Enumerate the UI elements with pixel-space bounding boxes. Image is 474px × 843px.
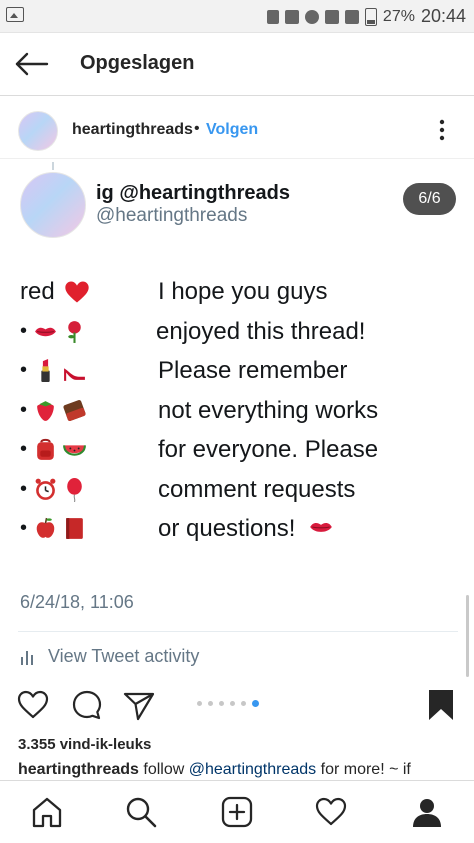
carousel-dot — [241, 701, 246, 706]
post-actions — [0, 684, 474, 728]
red-book-icon — [66, 518, 83, 540]
emoji-list: red • • • • • • — [20, 272, 91, 549]
tweet-image[interactable]: ig @heartingthreads @heartingthreads 6/6… — [0, 162, 474, 682]
tweet-avatar — [20, 172, 86, 238]
profile-icon[interactable] — [410, 795, 444, 829]
status-time: 20:44 — [420, 6, 466, 26]
likes-count[interactable]: 3.355 vind-ik-leuks — [18, 736, 151, 753]
status-bar: 27% 20:44 — [0, 0, 474, 33]
caption-mention[interactable]: @heartingthreads — [189, 761, 316, 778]
list-item: • — [20, 470, 91, 510]
caption-username[interactable]: heartingthreads — [18, 761, 139, 778]
list-item: • — [20, 509, 91, 549]
tweet-text-line: for everyone. Please — [158, 436, 379, 463]
tweet-text-line: Please remember — [158, 357, 348, 384]
tweet-text-line: or questions! — [158, 509, 458, 549]
list-item: • — [20, 312, 91, 352]
carousel-indicator — [197, 700, 259, 707]
more-options-icon[interactable] — [432, 118, 452, 142]
battery-percent: 27% — [382, 7, 415, 25]
chocolate-bar-icon — [63, 399, 86, 421]
mute-icon — [284, 9, 299, 24]
list-item: • — [20, 391, 91, 431]
carousel-dot — [230, 701, 235, 706]
bullet: • — [20, 319, 28, 342]
list-item: red — [20, 272, 91, 312]
tweet-text-line: enjoyed this thread! — [156, 317, 366, 345]
tweet-text-line: comment requests — [158, 475, 356, 503]
tweet-text-line: not everything works — [158, 396, 379, 424]
tweet-handle: @heartingthreads — [96, 205, 248, 226]
gallery-notification-icon — [6, 7, 24, 22]
apple-icon — [36, 518, 55, 539]
bullet: • — [20, 517, 28, 539]
bullet: • — [20, 359, 28, 381]
new-post-icon[interactable] — [220, 795, 254, 829]
tweet-activity-link[interactable]: View Tweet activity — [20, 646, 199, 667]
post-header: heartingthreads • Volgen — [0, 102, 474, 159]
color-label: red — [20, 278, 55, 305]
back-arrow-icon[interactable] — [14, 51, 50, 77]
tweet-display-name: ig @heartingthreads — [96, 182, 290, 204]
scrollbar[interactable] — [466, 595, 469, 677]
lipstick-icon — [41, 359, 50, 383]
strawberry-icon — [37, 400, 54, 421]
rose-icon — [68, 320, 81, 343]
carousel-dot — [208, 701, 213, 706]
bullet: • — [20, 398, 28, 421]
post-username[interactable]: heartingthreads — [72, 121, 193, 139]
tweet-text: I hope you guys enjoyed this thread! Ple… — [156, 272, 458, 549]
wifi-icon — [304, 9, 319, 24]
bullet: • — [20, 438, 28, 460]
list-item: • — [20, 430, 91, 470]
lips-icon — [310, 523, 332, 532]
bottom-navigation — [0, 780, 474, 843]
heart-icon[interactable] — [16, 688, 50, 722]
tweet-timestamp: 6/24/18, 11:06 — [20, 592, 134, 612]
red-heart-icon — [65, 281, 89, 303]
separator-dot: • — [194, 120, 200, 137]
signal-icon — [344, 9, 359, 24]
carousel-counter-badge: 6/6 — [403, 183, 456, 215]
balloon-icon — [67, 477, 82, 502]
tweet-text-line: I hope you guys — [158, 278, 328, 305]
app-bar: Opgeslagen — [0, 33, 474, 96]
post-caption: heartingthreads follow @heartingthreads … — [18, 761, 458, 779]
alarm-status-icon — [266, 9, 279, 24]
bullet: • — [20, 477, 28, 500]
comment-icon[interactable] — [70, 688, 104, 722]
caption-text-rest: for more! ~ if — [320, 761, 411, 778]
divider — [18, 631, 458, 632]
lips-icon — [35, 327, 56, 336]
tweet-text-last: or questions! — [158, 515, 296, 542]
bookmark-icon[interactable] — [424, 688, 458, 722]
activity-heart-icon[interactable] — [314, 795, 348, 829]
alarm-clock-icon — [35, 478, 56, 500]
tweet-activity-label: View Tweet activity — [48, 646, 200, 666]
search-icon[interactable] — [124, 795, 158, 829]
analytics-icon — [20, 649, 36, 665]
watermelon-icon — [63, 445, 86, 456]
carousel-dot — [197, 701, 202, 706]
battery-icon — [364, 7, 377, 26]
author-avatar[interactable] — [18, 111, 58, 151]
caption-text: follow — [143, 761, 185, 778]
sim-icon — [324, 9, 339, 24]
status-icons: 27% 20:44 — [266, 6, 466, 27]
backpack-icon — [37, 439, 54, 461]
home-icon[interactable] — [30, 795, 64, 829]
page-title: Opgeslagen — [80, 52, 195, 74]
carousel-dot — [219, 701, 224, 706]
high-heel-icon — [64, 368, 85, 382]
carousel-dot-active — [252, 700, 259, 707]
list-item: • — [20, 351, 91, 391]
thread-connector-line — [52, 162, 54, 170]
follow-button[interactable]: Volgen — [206, 121, 258, 139]
share-icon[interactable] — [122, 688, 156, 722]
